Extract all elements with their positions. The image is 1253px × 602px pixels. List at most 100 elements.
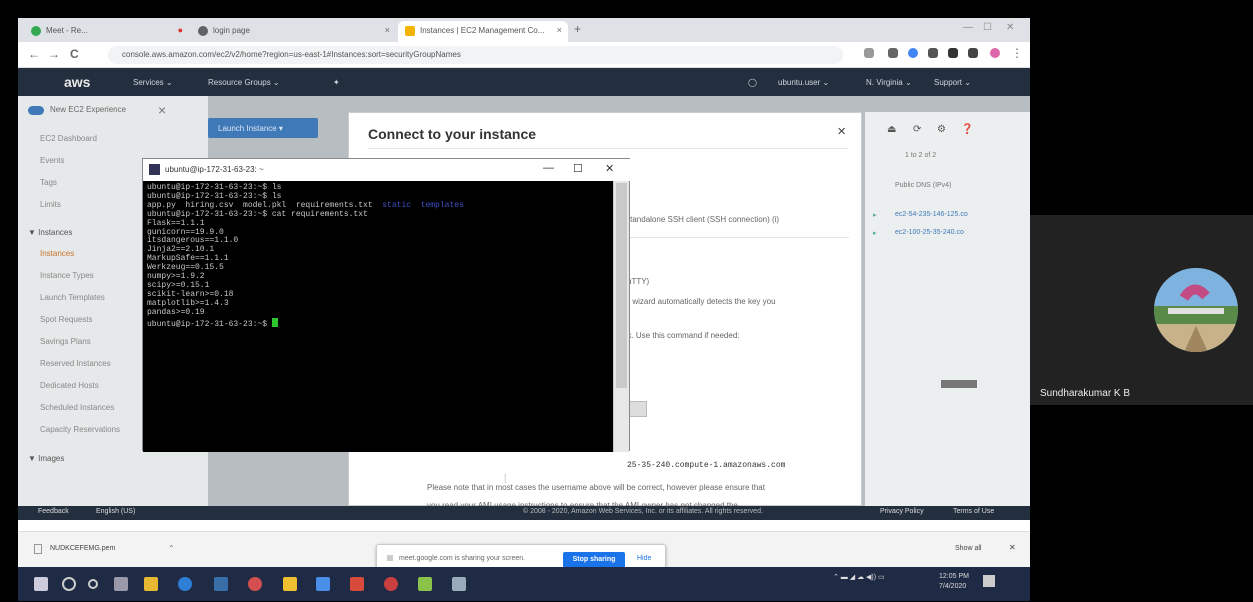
minimize-icon[interactable]: — — [963, 22, 973, 33]
privacy-link[interactable]: Privacy Policy — [880, 508, 924, 515]
store-icon[interactable] — [214, 577, 228, 591]
participant-avatar — [1154, 268, 1238, 352]
column-header[interactable]: Public DNS (IPv4) — [895, 182, 951, 189]
sidebar-item-capacity-reservations[interactable]: Capacity Reservations — [40, 425, 120, 434]
sidebar-item-events[interactable]: Events — [40, 156, 64, 165]
close-icon[interactable]: × — [557, 25, 562, 35]
feedback-link[interactable]: Feedback — [38, 508, 69, 515]
close-icon[interactable]: ✕ — [605, 162, 614, 175]
close-icon[interactable]: ✕ — [1009, 543, 1016, 552]
back-button[interactable]: ← — [28, 47, 40, 61]
terms-link[interactable]: Terms of Use — [953, 508, 994, 515]
support-menu[interactable]: Support ⌄ — [934, 78, 971, 87]
new-ec2-toggle-label: New EC2 Experience — [50, 105, 127, 114]
minimize-icon[interactable]: — — [543, 162, 554, 174]
search-icon[interactable] — [62, 577, 76, 591]
app-icon[interactable] — [316, 577, 330, 591]
sidebar-item-instance-types[interactable]: Instance Types — [40, 271, 94, 280]
tab-meet[interactable]: Meet - Re... ● — [24, 21, 189, 42]
close-window-icon[interactable]: ✕ — [1006, 22, 1014, 33]
tray-icons[interactable]: ⌃ ▬ ◢ ☁ ◀)) ▭ — [833, 574, 885, 581]
copyright-text: © 2008 - 2020, Amazon Web Services, Inc.… — [523, 508, 763, 515]
tab-ec2[interactable]: Instances | EC2 Management Co... × — [398, 21, 568, 42]
show-all-button[interactable]: Show all — [955, 545, 981, 552]
region-menu[interactable]: N. Virginia ⌄ — [866, 78, 912, 87]
putty-taskbar-icon[interactable] — [452, 577, 466, 591]
sidebar-item-dashboard[interactable]: EC2 Dashboard — [40, 134, 97, 143]
sidebar-item-spot-requests[interactable]: Spot Requests — [40, 315, 92, 324]
services-menu[interactable]: Services ⌄ — [133, 78, 173, 87]
terminal-cursor — [271, 317, 278, 327]
menu-icon[interactable]: ⋮ — [1011, 46, 1023, 60]
help-icon[interactable]: ❓ — [961, 124, 973, 135]
maximize-icon[interactable]: ☐ — [573, 162, 583, 175]
ssh-command[interactable]: 25-35-240.compute-1.amazonaws.com — [627, 461, 785, 470]
cortana-icon[interactable] — [88, 579, 98, 589]
resource-groups-menu[interactable]: Resource Groups ⌄ — [208, 78, 280, 87]
pin-icon[interactable]: ✦ — [333, 78, 340, 87]
aws-footer: Feedback English (US) © 2008 - 2020, Ama… — [18, 506, 1030, 520]
sidebar-item-limits[interactable]: Limits — [40, 200, 61, 209]
extension-icon[interactable] — [948, 48, 958, 58]
refresh-icon[interactable]: ⟳ — [913, 124, 921, 135]
connect-icon[interactable]: ⏏ — [887, 124, 896, 135]
maximize-icon[interactable]: ☐ — [983, 22, 992, 33]
bell-icon[interactable]: ◯ — [748, 78, 757, 87]
download-item[interactable]: NUDKCEFEMG.pem — [50, 545, 115, 552]
chevron-up-icon[interactable]: ⌃ — [168, 544, 175, 553]
tab-login[interactable]: login page × — [191, 21, 396, 42]
sidebar-section-images[interactable]: ▼ Images — [28, 454, 64, 463]
terminal-output[interactable]: ubuntu@ip-172-31-63-23:~$ ls ubuntu@ip-17… — [143, 181, 613, 452]
sidebar-section-instances[interactable]: ▼ Instances — [28, 228, 72, 237]
drag-handle-icon[interactable] — [387, 555, 393, 561]
new-tab-button[interactable]: + — [574, 22, 581, 36]
gear-icon[interactable]: ⚙ — [937, 124, 946, 135]
scrollbar-thumb[interactable] — [616, 183, 627, 388]
view-toggle-icon[interactable] — [941, 380, 977, 388]
file-explorer-icon[interactable] — [144, 577, 158, 591]
sidebar-item-savings-plans[interactable]: Savings Plans — [40, 337, 91, 346]
language-selector[interactable]: English (US) — [96, 508, 135, 515]
table-row[interactable]: ec2-54-235-146-125.co — [895, 211, 968, 218]
notification-icon[interactable] — [983, 575, 995, 587]
app-icon[interactable] — [283, 577, 297, 591]
stop-sharing-button[interactable]: Stop sharing — [563, 552, 625, 568]
terminal-scrollbar[interactable] — [613, 181, 629, 452]
extension-icon[interactable] — [888, 48, 898, 58]
table-row[interactable]: ec2-100-25-35-240.co — [895, 229, 964, 236]
extension-icon[interactable] — [968, 48, 978, 58]
profile-icon[interactable] — [990, 48, 1000, 58]
hide-button[interactable]: Hide — [637, 555, 651, 562]
clock-date[interactable]: 7/4/2020 — [939, 583, 966, 590]
close-icon[interactable]: × — [837, 123, 846, 140]
powerpoint-icon[interactable] — [350, 577, 364, 591]
launch-instance-button[interactable]: Launch Instance ▾ — [208, 118, 318, 138]
url-input[interactable]: console.aws.amazon.com/ec2/v2/home?regio… — [108, 46, 843, 64]
putty-titlebar[interactable]: ubuntu@ip-172-31-63-23: ~ — ☐ ✕ — [143, 159, 631, 181]
app-icon[interactable] — [418, 577, 432, 591]
clock-time[interactable]: 12:05 PM — [939, 573, 969, 580]
close-icon[interactable]: × — [385, 25, 390, 35]
avatar-image — [1154, 268, 1238, 352]
star-icon[interactable] — [864, 48, 874, 58]
user-menu[interactable]: ubuntu.user ⌄ — [778, 78, 829, 87]
divider — [619, 237, 849, 238]
aws-logo[interactable]: aws — [64, 74, 90, 90]
extension-icon[interactable] — [908, 48, 918, 58]
forward-button[interactable]: → — [48, 47, 60, 61]
task-view-icon[interactable] — [114, 577, 128, 591]
sidebar-item-scheduled-instances[interactable]: Scheduled Instances — [40, 403, 114, 412]
sidebar-item-reserved-instances[interactable]: Reserved Instances — [40, 359, 111, 368]
chrome-icon[interactable] — [384, 577, 398, 591]
sidebar-item-instances[interactable]: Instances — [40, 249, 74, 258]
edge-icon[interactable] — [178, 577, 192, 591]
windows-start-icon[interactable] — [34, 577, 48, 591]
chrome-icon[interactable] — [248, 577, 262, 591]
sidebar-item-launch-templates[interactable]: Launch Templates — [40, 293, 105, 302]
toggle-icon[interactable] — [28, 106, 44, 115]
sidebar-item-tags[interactable]: Tags — [40, 178, 57, 187]
sidebar-item-dedicated-hosts[interactable]: Dedicated Hosts — [40, 381, 99, 390]
close-icon[interactable]: × — [158, 102, 166, 118]
extension-icon[interactable] — [928, 48, 938, 58]
reload-button[interactable]: C — [70, 47, 79, 61]
